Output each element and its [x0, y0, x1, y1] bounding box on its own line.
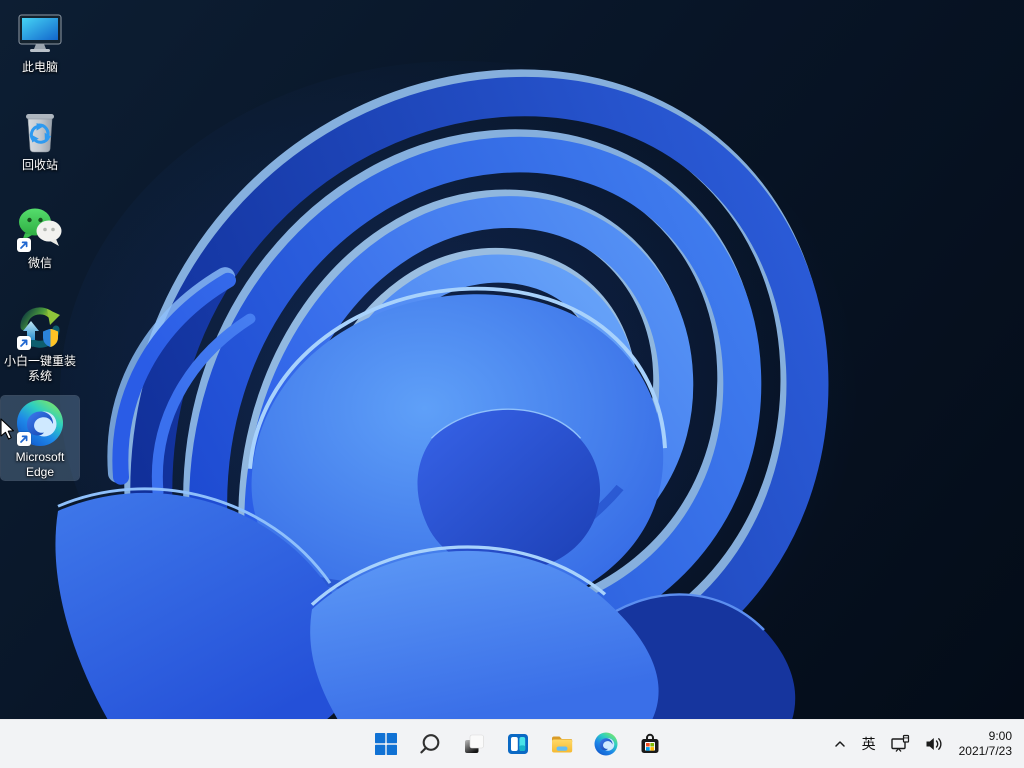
recycle-bin-icon — [16, 107, 64, 155]
desktop-icon-wechat[interactable]: 微信 — [1, 202, 79, 271]
desktop-icon-xiaobai-reinstall[interactable]: 小白一键重装系统 — [1, 300, 79, 384]
chevron-up-icon — [834, 741, 845, 747]
ime-indicator[interactable]: 英 — [855, 726, 883, 762]
icon-label: Microsoft Edge — [15, 450, 65, 479]
icon-label: 此电脑 — [21, 60, 58, 74]
taskbar: 英 9:00 2021/7/23 — [0, 719, 1024, 768]
clock-date: 2021/7/23 — [958, 744, 1012, 758]
this-pc-icon — [16, 9, 64, 57]
edge-icon — [594, 732, 618, 756]
icon-label: 微信 — [27, 256, 52, 270]
shortcut-arrow-icon — [17, 336, 31, 350]
widgets-icon — [508, 734, 528, 754]
widgets-button[interactable] — [498, 724, 538, 764]
edge-icon — [16, 399, 64, 447]
shortcut-arrow-icon — [17, 432, 31, 446]
clock[interactable]: 9:00 2021/7/23 — [959, 729, 1012, 759]
desktop[interactable]: 此电脑 回收站 微信 小白一键重装系统 Microsoft Edge — [0, 0, 1024, 720]
shortcut-arrow-icon — [17, 238, 31, 252]
task-view-icon — [465, 734, 484, 753]
icon-label: 回收站 — [21, 158, 58, 172]
ethernet-icon — [890, 734, 909, 752]
taskbar-center-buttons — [366, 724, 670, 764]
microsoft-store-icon — [641, 733, 659, 753]
tray-expand-button[interactable] — [827, 726, 853, 762]
desktop-icon-recycle-bin[interactable]: 回收站 — [1, 104, 79, 173]
speaker-icon — [926, 738, 942, 750]
system-tray: 英 9:00 2021/7/23 — [827, 720, 1024, 768]
edge-button[interactable] — [586, 724, 626, 764]
search-icon — [420, 734, 440, 754]
desktop-icon-this-pc[interactable]: 此电脑 — [1, 6, 79, 75]
clock-time: 9:00 — [988, 729, 1012, 743]
folder-icon — [552, 736, 573, 753]
store-button[interactable] — [630, 724, 670, 764]
windows-start-icon — [375, 733, 397, 755]
task-view-button[interactable] — [454, 724, 494, 764]
wallpaper-bloom — [0, 0, 1024, 720]
file-explorer-button[interactable] — [542, 724, 582, 764]
volume-button[interactable] — [919, 726, 949, 762]
wechat-icon — [16, 205, 64, 253]
network-button[interactable] — [885, 726, 917, 762]
icon-label: 小白一键重装系统 — [3, 354, 76, 383]
xiaobai-reinstall-icon — [16, 303, 64, 351]
start-button[interactable] — [366, 724, 406, 764]
search-button[interactable] — [410, 724, 450, 764]
desktop-icon-microsoft-edge[interactable]: Microsoft Edge — [0, 395, 80, 481]
